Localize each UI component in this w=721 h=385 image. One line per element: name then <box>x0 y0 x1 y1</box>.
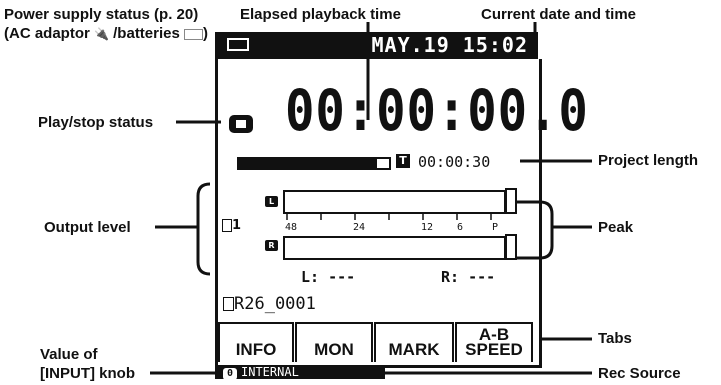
scale-48: 48 <box>285 222 298 233</box>
tab-info[interactable]: INFO <box>218 322 294 362</box>
channel-icon <box>222 219 232 232</box>
current-file: R26_0001 <box>223 294 316 314</box>
elapsed-timecode: 00:00:00.0 <box>285 78 589 144</box>
meter-left-icon: L <box>265 196 278 207</box>
scale-6: 6 <box>457 222 464 233</box>
right-peak-readout: R: --- <box>441 268 495 286</box>
left-label: L: <box>301 268 320 286</box>
file-name: R26_0001 <box>234 294 316 314</box>
output-level-bracket <box>196 182 211 276</box>
meter-left <box>283 190 506 214</box>
peak-right-indicator <box>505 234 517 260</box>
meter-scale-ticks <box>286 213 492 220</box>
input-knob-value: 0 <box>223 368 237 380</box>
rec-source-bar: 0 INTERNAL <box>215 365 385 380</box>
playback-progress-fill <box>239 159 377 168</box>
total-time-icon: T <box>396 154 410 168</box>
meter-right-icon: R <box>265 240 278 251</box>
channel-number: 1 <box>232 218 242 233</box>
tab-ab-speed[interactable]: A-B SPEED <box>455 322 533 362</box>
left-value: --- <box>328 268 356 286</box>
device-screen: MAY.19 15:02 00:00:00.0 T 00:00:30 L 1 4… <box>215 32 588 380</box>
tab-mark[interactable]: MARK <box>374 322 454 362</box>
tab-mon[interactable]: MON <box>295 322 373 362</box>
left-peak-readout: L: --- <box>301 268 355 286</box>
project-length-value: 00:00:30 <box>418 153 491 171</box>
power-battery-icon <box>227 38 249 51</box>
scale-peak: P <box>492 222 499 233</box>
file-icon <box>223 297 234 311</box>
scale-12: 12 <box>421 222 434 233</box>
tab-speed-label: SPEED <box>465 340 523 359</box>
meter-right <box>283 236 506 260</box>
peak-left-indicator <box>505 188 517 214</box>
rec-source-value: INTERNAL <box>241 365 299 379</box>
scale-24: 24 <box>353 222 366 233</box>
right-value: --- <box>468 268 496 286</box>
playback-progress-bar <box>237 157 391 170</box>
stop-status-icon <box>229 115 253 133</box>
channel-indicator: 1 <box>222 218 241 233</box>
status-bar: MAY.19 15:02 <box>215 32 538 59</box>
current-datetime: MAY.19 15:02 <box>371 33 528 57</box>
right-label: R: <box>441 268 460 286</box>
